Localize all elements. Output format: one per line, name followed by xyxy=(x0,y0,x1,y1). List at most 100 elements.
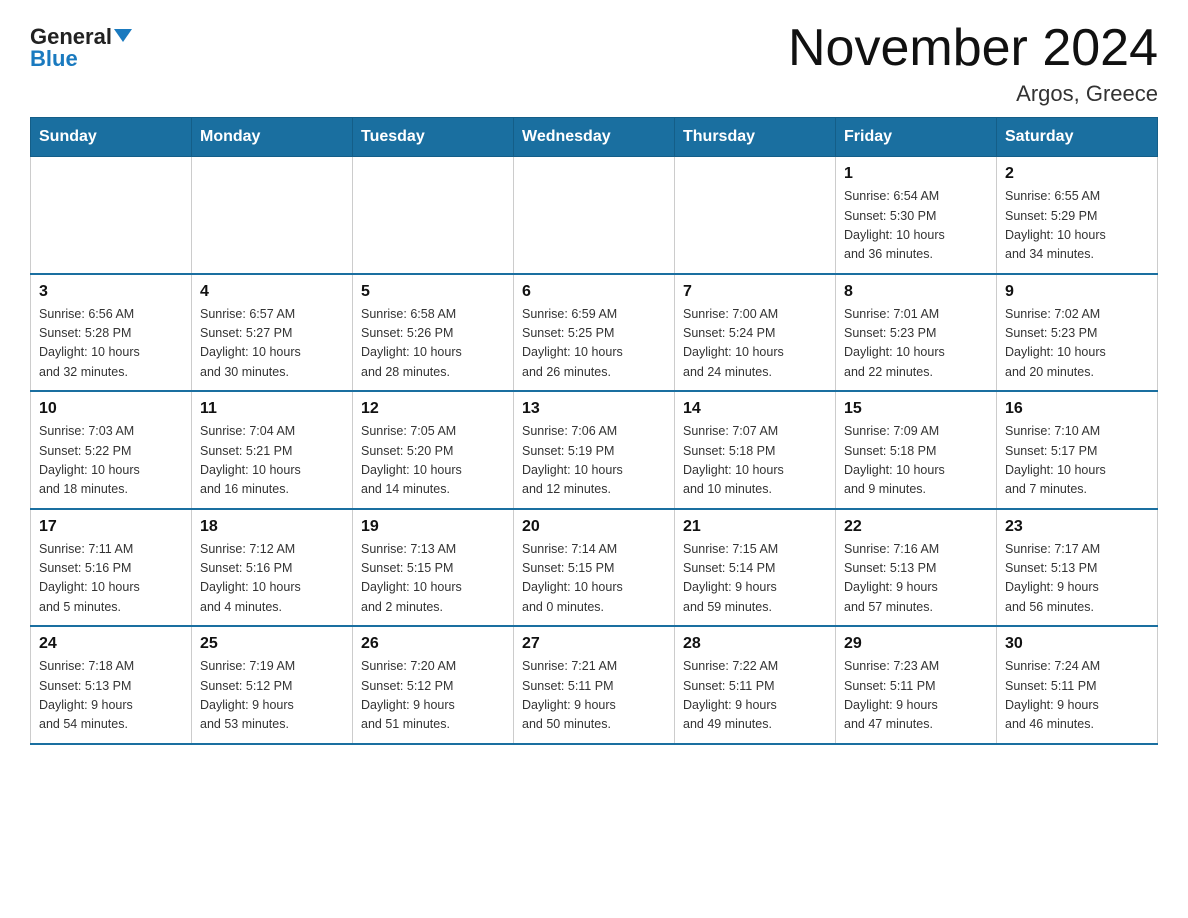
day-number: 12 xyxy=(361,400,505,418)
day-number: 26 xyxy=(361,635,505,653)
calendar-cell: 8 Sunrise: 7:01 AM Sunset: 5:23 PM Daylig… xyxy=(836,274,997,392)
calendar-cell: 2 Sunrise: 6:55 AM Sunset: 5:29 PM Daylig… xyxy=(997,157,1158,274)
day-number: 13 xyxy=(522,400,666,418)
day-info: Sunrise: 7:19 AM Sunset: 5:12 PM Dayligh… xyxy=(200,657,344,735)
calendar-cell: 7 Sunrise: 7:00 AM Sunset: 5:24 PM Daylig… xyxy=(675,274,836,392)
day-info: Sunrise: 7:14 AM Sunset: 5:15 PM Dayligh… xyxy=(522,540,666,618)
day-info: Sunrise: 7:09 AM Sunset: 5:18 PM Dayligh… xyxy=(844,422,988,500)
day-number: 5 xyxy=(361,283,505,301)
day-info: Sunrise: 6:58 AM Sunset: 5:26 PM Dayligh… xyxy=(361,305,505,383)
calendar-cell xyxy=(675,157,836,274)
day-info: Sunrise: 7:15 AM Sunset: 5:14 PM Dayligh… xyxy=(683,540,827,618)
calendar-cell: 20Sunrise: 7:14 AM Sunset: 5:15 PM Dayli… xyxy=(514,509,675,627)
day-number: 2 xyxy=(1005,165,1149,183)
day-number: 29 xyxy=(844,635,988,653)
calendar-cell: 15 Sunrise: 7:09 AM Sunset: 5:18 PM Dayli… xyxy=(836,391,997,509)
day-header-wednesday: Wednesday xyxy=(514,118,675,157)
day-number: 9 xyxy=(1005,283,1149,301)
calendar-cell: 28 Sunrise: 7:22 AM Sunset: 5:11 PM Dayli… xyxy=(675,626,836,744)
day-info: Sunrise: 7:00 AM Sunset: 5:24 PM Dayligh… xyxy=(683,305,827,383)
calendar-cell: 13 Sunrise: 7:06 AM Sunset: 5:19 PM Dayli… xyxy=(514,391,675,509)
day-number: 25 xyxy=(200,635,344,653)
calendar-week-row: 3 Sunrise: 6:56 AM Sunset: 5:28 PM Daylig… xyxy=(31,274,1158,392)
calendar-cell: 9Sunrise: 7:02 AM Sunset: 5:23 PM Daylig… xyxy=(997,274,1158,392)
day-number: 10 xyxy=(39,400,183,418)
day-info: Sunrise: 7:13 AM Sunset: 5:15 PM Dayligh… xyxy=(361,540,505,618)
day-info: Sunrise: 7:04 AM Sunset: 5:21 PM Dayligh… xyxy=(200,422,344,500)
calendar-cell: 5 Sunrise: 6:58 AM Sunset: 5:26 PM Daylig… xyxy=(353,274,514,392)
day-number: 19 xyxy=(361,518,505,536)
calendar-cell: 23Sunrise: 7:17 AM Sunset: 5:13 PM Dayli… xyxy=(997,509,1158,627)
calendar-cell xyxy=(31,157,192,274)
day-number: 28 xyxy=(683,635,827,653)
day-info: Sunrise: 7:05 AM Sunset: 5:20 PM Dayligh… xyxy=(361,422,505,500)
day-number: 11 xyxy=(200,400,344,418)
day-info: Sunrise: 6:57 AM Sunset: 5:27 PM Dayligh… xyxy=(200,305,344,383)
calendar-cell xyxy=(192,157,353,274)
day-info: Sunrise: 7:03 AM Sunset: 5:22 PM Dayligh… xyxy=(39,422,183,500)
day-number: 23 xyxy=(1005,518,1149,536)
day-header-saturday: Saturday xyxy=(997,118,1158,157)
day-info: Sunrise: 7:21 AM Sunset: 5:11 PM Dayligh… xyxy=(522,657,666,735)
day-number: 18 xyxy=(200,518,344,536)
calendar-cell: 3 Sunrise: 6:56 AM Sunset: 5:28 PM Daylig… xyxy=(31,274,192,392)
day-info: Sunrise: 7:20 AM Sunset: 5:12 PM Dayligh… xyxy=(361,657,505,735)
day-info: Sunrise: 7:06 AM Sunset: 5:19 PM Dayligh… xyxy=(522,422,666,500)
calendar-cell: 6 Sunrise: 6:59 AM Sunset: 5:25 PM Daylig… xyxy=(514,274,675,392)
day-number: 24 xyxy=(39,635,183,653)
calendar-cell: 27Sunrise: 7:21 AM Sunset: 5:11 PM Dayli… xyxy=(514,626,675,744)
day-info: Sunrise: 7:07 AM Sunset: 5:18 PM Dayligh… xyxy=(683,422,827,500)
calendar-cell: 11 Sunrise: 7:04 AM Sunset: 5:21 PM Dayli… xyxy=(192,391,353,509)
calendar-week-row: 24 Sunrise: 7:18 AM Sunset: 5:13 PM Dayli… xyxy=(31,626,1158,744)
calendar-cell: 26 Sunrise: 7:20 AM Sunset: 5:12 PM Dayli… xyxy=(353,626,514,744)
day-number: 3 xyxy=(39,283,183,301)
page-header: General Blue November 2024 Argos, Greece xyxy=(30,20,1158,107)
calendar-cell: 30 Sunrise: 7:24 AM Sunset: 5:11 PM Dayli… xyxy=(997,626,1158,744)
day-number: 14 xyxy=(683,400,827,418)
day-number: 8 xyxy=(844,283,988,301)
day-header-tuesday: Tuesday xyxy=(353,118,514,157)
calendar-cell: 21 Sunrise: 7:15 AM Sunset: 5:14 PM Dayli… xyxy=(675,509,836,627)
title-block: November 2024 Argos, Greece xyxy=(788,20,1158,107)
day-info: Sunrise: 6:55 AM Sunset: 5:29 PM Dayligh… xyxy=(1005,187,1149,265)
calendar-week-row: 10 Sunrise: 7:03 AM Sunset: 5:22 PM Dayli… xyxy=(31,391,1158,509)
day-info: Sunrise: 7:23 AM Sunset: 5:11 PM Dayligh… xyxy=(844,657,988,735)
day-info: Sunrise: 7:18 AM Sunset: 5:13 PM Dayligh… xyxy=(39,657,183,735)
day-info: Sunrise: 6:56 AM Sunset: 5:28 PM Dayligh… xyxy=(39,305,183,383)
day-info: Sunrise: 7:24 AM Sunset: 5:11 PM Dayligh… xyxy=(1005,657,1149,735)
calendar-week-row: 1Sunrise: 6:54 AM Sunset: 5:30 PM Daylig… xyxy=(31,157,1158,274)
day-header-sunday: Sunday xyxy=(31,118,192,157)
day-number: 6 xyxy=(522,283,666,301)
day-header-friday: Friday xyxy=(836,118,997,157)
day-number: 22 xyxy=(844,518,988,536)
calendar-cell: 29 Sunrise: 7:23 AM Sunset: 5:11 PM Dayli… xyxy=(836,626,997,744)
day-info: Sunrise: 7:10 AM Sunset: 5:17 PM Dayligh… xyxy=(1005,422,1149,500)
day-number: 17 xyxy=(39,518,183,536)
day-info: Sunrise: 6:54 AM Sunset: 5:30 PM Dayligh… xyxy=(844,187,988,265)
day-number: 15 xyxy=(844,400,988,418)
day-number: 21 xyxy=(683,518,827,536)
calendar-cell: 4 Sunrise: 6:57 AM Sunset: 5:27 PM Daylig… xyxy=(192,274,353,392)
calendar-cell: 1Sunrise: 6:54 AM Sunset: 5:30 PM Daylig… xyxy=(836,157,997,274)
calendar-table: SundayMondayTuesdayWednesdayThursdayFrid… xyxy=(30,117,1158,745)
calendar-cell: 12 Sunrise: 7:05 AM Sunset: 5:20 PM Dayli… xyxy=(353,391,514,509)
day-info: Sunrise: 7:11 AM Sunset: 5:16 PM Dayligh… xyxy=(39,540,183,618)
day-info: Sunrise: 7:01 AM Sunset: 5:23 PM Dayligh… xyxy=(844,305,988,383)
calendar-cell: 24 Sunrise: 7:18 AM Sunset: 5:13 PM Dayli… xyxy=(31,626,192,744)
day-number: 30 xyxy=(1005,635,1149,653)
calendar-header-row: SundayMondayTuesdayWednesdayThursdayFrid… xyxy=(31,118,1158,157)
day-number: 4 xyxy=(200,283,344,301)
day-number: 7 xyxy=(683,283,827,301)
calendar-week-row: 17 Sunrise: 7:11 AM Sunset: 5:16 PM Dayli… xyxy=(31,509,1158,627)
calendar-cell: 22Sunrise: 7:16 AM Sunset: 5:13 PM Dayli… xyxy=(836,509,997,627)
calendar-cell: 18 Sunrise: 7:12 AM Sunset: 5:16 PM Dayli… xyxy=(192,509,353,627)
day-info: Sunrise: 6:59 AM Sunset: 5:25 PM Dayligh… xyxy=(522,305,666,383)
day-info: Sunrise: 7:12 AM Sunset: 5:16 PM Dayligh… xyxy=(200,540,344,618)
calendar-cell xyxy=(353,157,514,274)
day-info: Sunrise: 7:22 AM Sunset: 5:11 PM Dayligh… xyxy=(683,657,827,735)
calendar-title: November 2024 xyxy=(788,20,1158,77)
logo-text-blue: Blue xyxy=(30,47,78,71)
calendar-cell: 19 Sunrise: 7:13 AM Sunset: 5:15 PM Dayli… xyxy=(353,509,514,627)
calendar-cell: 25 Sunrise: 7:19 AM Sunset: 5:12 PM Dayli… xyxy=(192,626,353,744)
calendar-subtitle: Argos, Greece xyxy=(788,81,1158,107)
